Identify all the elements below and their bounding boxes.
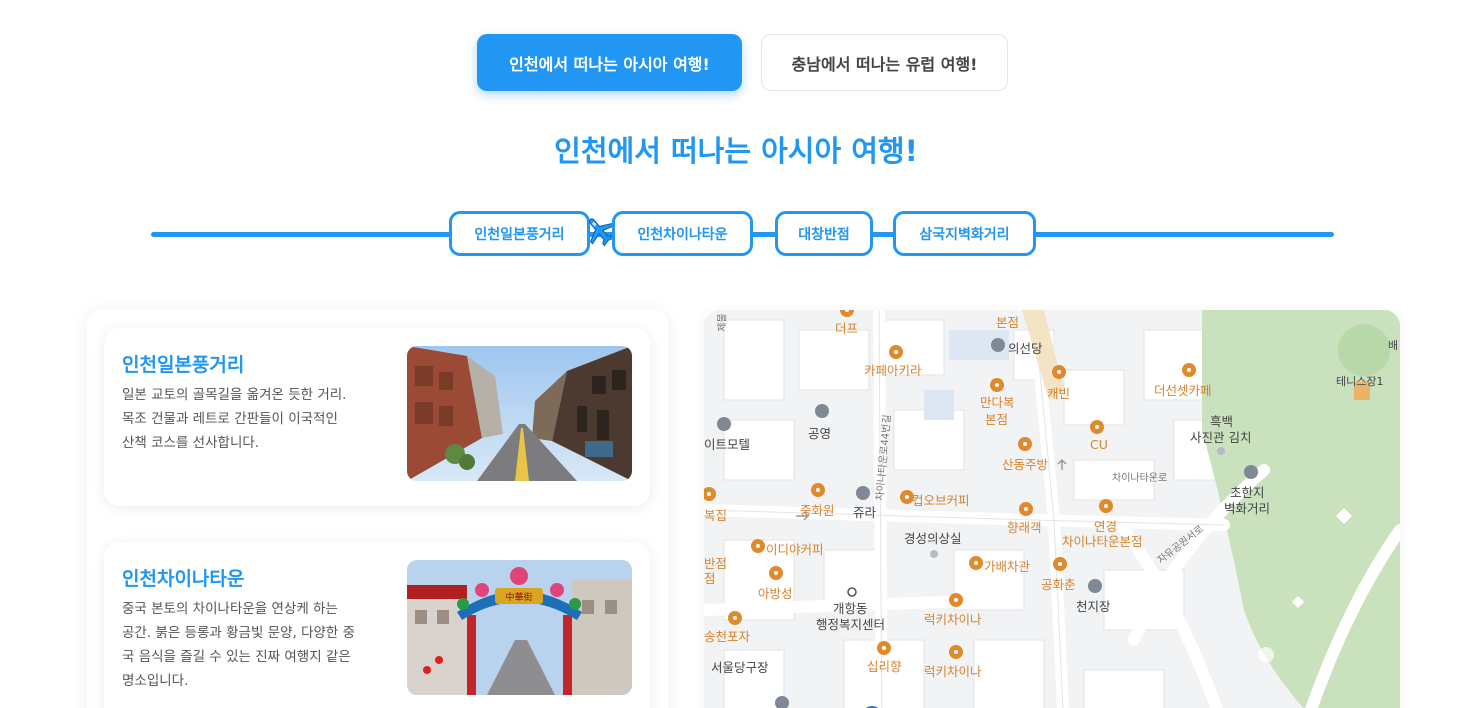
destination-tabs: 인천에서 떠나는 아시아 여행! 충남에서 떠나는 유럽 여행! bbox=[0, 34, 1472, 92]
map-label: 럭키차이나 bbox=[924, 612, 982, 627]
map-label: 쥬라 bbox=[853, 505, 877, 520]
route-stop-mural-street[interactable]: 삼국지벽화거리 bbox=[893, 211, 1036, 256]
map-label: 가배차관 bbox=[984, 559, 1031, 574]
card-description: 일본 교토의 골목길을 옮겨온 듯한 거리. 목조 건물과 레트로 간판들이 이… bbox=[122, 387, 347, 451]
svg-text:中華街: 中華街 bbox=[505, 591, 532, 603]
route-stop-chinatown[interactable]: 인천차이나타운 bbox=[612, 211, 753, 256]
map-label: 캐빈 bbox=[1047, 386, 1071, 401]
map-label: 서울당구장 bbox=[711, 660, 769, 675]
route-stop-japan-street[interactable]: 인천일본풍거리 bbox=[449, 211, 590, 256]
map-label: 사진관 김치 bbox=[1190, 430, 1252, 445]
chinatown-gate-photo: 中華街 bbox=[407, 560, 632, 695]
map-label: 이트모텔 bbox=[704, 437, 751, 452]
map-label: 향래객 bbox=[1007, 520, 1042, 535]
map-label: 의선당 bbox=[1008, 341, 1043, 356]
map-label: 경성의상실 bbox=[904, 531, 962, 546]
map-label: 배 bbox=[1388, 339, 1399, 352]
map-label: 차이나타운로 bbox=[1112, 473, 1168, 484]
route-stop-daechang[interactable]: 대창반점 bbox=[775, 211, 873, 256]
section-title: 인천에서 떠나는 아시아 여행! bbox=[554, 134, 918, 168]
map-label: 차이나타운본점 bbox=[1062, 534, 1143, 549]
map-label: 행정복지센터 bbox=[816, 617, 886, 632]
map-label: 점 bbox=[704, 571, 716, 586]
map-label: 이디야커피 bbox=[766, 542, 824, 557]
map-label: 중화원 bbox=[800, 503, 835, 518]
map-label: 공영 bbox=[808, 426, 832, 441]
place-card-chinatown[interactable]: 인천차이나타운 중국 본토의 차이나타운을 연상케 하는 공간. 붉은 등롱과 … bbox=[104, 542, 650, 708]
map-label: CU bbox=[1090, 437, 1108, 452]
card-description: 중국 본토의 차이나타운을 연상케 하는 공간. 붉은 등롱과 황금빛 문양, … bbox=[122, 601, 356, 689]
map-label: 천지장 bbox=[1076, 599, 1111, 614]
map-label: 복집 bbox=[704, 508, 728, 523]
map-label: 본점 bbox=[996, 315, 1020, 330]
map-view[interactable]: 더프 카페아키라 본점 의선당 만다복 본점 캐빈 더선셋카페 테니스장1 배 … bbox=[704, 310, 1400, 708]
map-label: 컵오브커피 bbox=[912, 493, 970, 508]
map-label: 테니스장1 bbox=[1336, 375, 1384, 388]
tab-chungnam-europe[interactable]: 충남에서 떠나는 유럽 여행! bbox=[761, 34, 1008, 91]
map-label: 공화춘 bbox=[1041, 577, 1076, 592]
map-label: 아방성 bbox=[758, 586, 793, 601]
card-title: 인천차이나타운 bbox=[122, 568, 245, 590]
map-label: 더선셋카페 bbox=[1154, 383, 1212, 398]
map-label: 본점 bbox=[985, 412, 1009, 427]
map-label: 송천포자 bbox=[704, 629, 751, 644]
place-card-japan-street[interactable]: 인천일본풍거리 일본 교토의 골목길을 옮겨온 듯한 거리. 목조 건물과 레트… bbox=[104, 328, 650, 506]
map-label: 십리향 bbox=[867, 659, 902, 674]
map-label: 럭키차이나 bbox=[924, 664, 982, 679]
map-label: 카페아키라 bbox=[864, 363, 922, 378]
card-title: 인천일본풍거리 bbox=[122, 354, 245, 376]
map-label: 산동주방 bbox=[1002, 457, 1049, 472]
japan-street-photo bbox=[407, 346, 632, 481]
map-label: 더프 bbox=[835, 321, 859, 336]
tab-incheon-asia[interactable]: 인천에서 떠나는 아시아 여행! bbox=[477, 34, 742, 91]
map-label: 제물 bbox=[717, 313, 729, 332]
map-label: 벽화거리 bbox=[1224, 501, 1271, 516]
